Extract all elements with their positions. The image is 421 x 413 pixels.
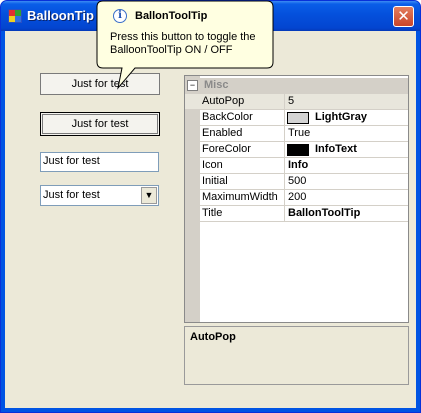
collapse-icon[interactable]: − [187, 80, 198, 91]
color-swatch [287, 144, 309, 156]
property-value[interactable]: 200 [288, 191, 306, 203]
test-button-label: Just for test [71, 118, 129, 130]
column-divider [284, 94, 285, 110]
title-bar[interactable]: BalloonTip T ✕ [1, 1, 420, 31]
property-name: Title [202, 207, 223, 219]
test-combobox[interactable]: Just for test ▼ [40, 185, 159, 206]
property-row-forecolor[interactable]: ForeColor InfoText [185, 142, 408, 158]
property-value[interactable]: Info [288, 159, 308, 171]
toggle-balloon-button[interactable]: Just for test [40, 73, 160, 95]
test-textbox[interactable]: Just for test [40, 152, 159, 172]
property-row-maximumwidth[interactable]: MaximumWidth 200 [185, 190, 408, 206]
property-row-backcolor[interactable]: BackColor LightGray [185, 110, 408, 126]
property-row-title[interactable]: Title BallonToolTip [185, 206, 408, 222]
property-name: AutoPop [202, 95, 245, 107]
property-value[interactable]: BallonToolTip [288, 207, 360, 219]
form-client-area: Just for test Just for test Just for tes… [5, 31, 416, 408]
column-divider [284, 110, 285, 126]
info-icon: i [113, 9, 127, 23]
color-swatch [287, 112, 309, 124]
close-button[interactable]: ✕ [393, 6, 414, 27]
chevron-down-icon[interactable]: ▼ [141, 187, 157, 204]
property-name: Initial [202, 175, 228, 187]
property-grid[interactable]: − Misc AutoPop 5 BackColor LightGray Ena… [184, 75, 409, 323]
property-name: ForeColor [202, 143, 251, 155]
test-button[interactable]: Just for test [40, 112, 160, 136]
column-divider [284, 190, 285, 206]
property-value[interactable]: 5 [288, 95, 294, 107]
balloon-title: BallonToolTip [135, 10, 208, 22]
category-label: Misc [204, 79, 229, 91]
property-name: Icon [202, 159, 223, 171]
column-divider [284, 158, 285, 174]
category-row-misc[interactable]: − Misc [185, 78, 408, 94]
help-title: AutoPop [190, 331, 236, 343]
column-divider [284, 206, 285, 222]
main-window: BalloonTip T ✕ Just for test Just for te… [0, 0, 421, 413]
balloon-text: Press this button to toggle the BalloonT… [110, 31, 256, 56]
property-value[interactable]: True [288, 127, 310, 139]
column-divider [284, 142, 285, 158]
property-value[interactable]: InfoText [315, 143, 357, 155]
property-row-icon[interactable]: Icon Info [185, 158, 408, 174]
property-row-autopop[interactable]: AutoPop 5 [185, 94, 408, 110]
property-name: Enabled [202, 127, 243, 139]
property-help-panel: AutoPop [184, 326, 409, 385]
app-icon [8, 9, 22, 23]
property-name: MaximumWidth [202, 191, 278, 203]
combobox-value: Just for test [43, 189, 100, 201]
property-value[interactable]: LightGray [315, 111, 367, 123]
column-divider [284, 174, 285, 190]
column-divider [284, 126, 285, 142]
property-value[interactable]: 500 [288, 175, 306, 187]
property-row-initial[interactable]: Initial 500 [185, 174, 408, 190]
property-row-enabled[interactable]: Enabled True [185, 126, 408, 142]
property-name: BackColor [202, 111, 253, 123]
window-title: BalloonTip T [27, 8, 106, 23]
